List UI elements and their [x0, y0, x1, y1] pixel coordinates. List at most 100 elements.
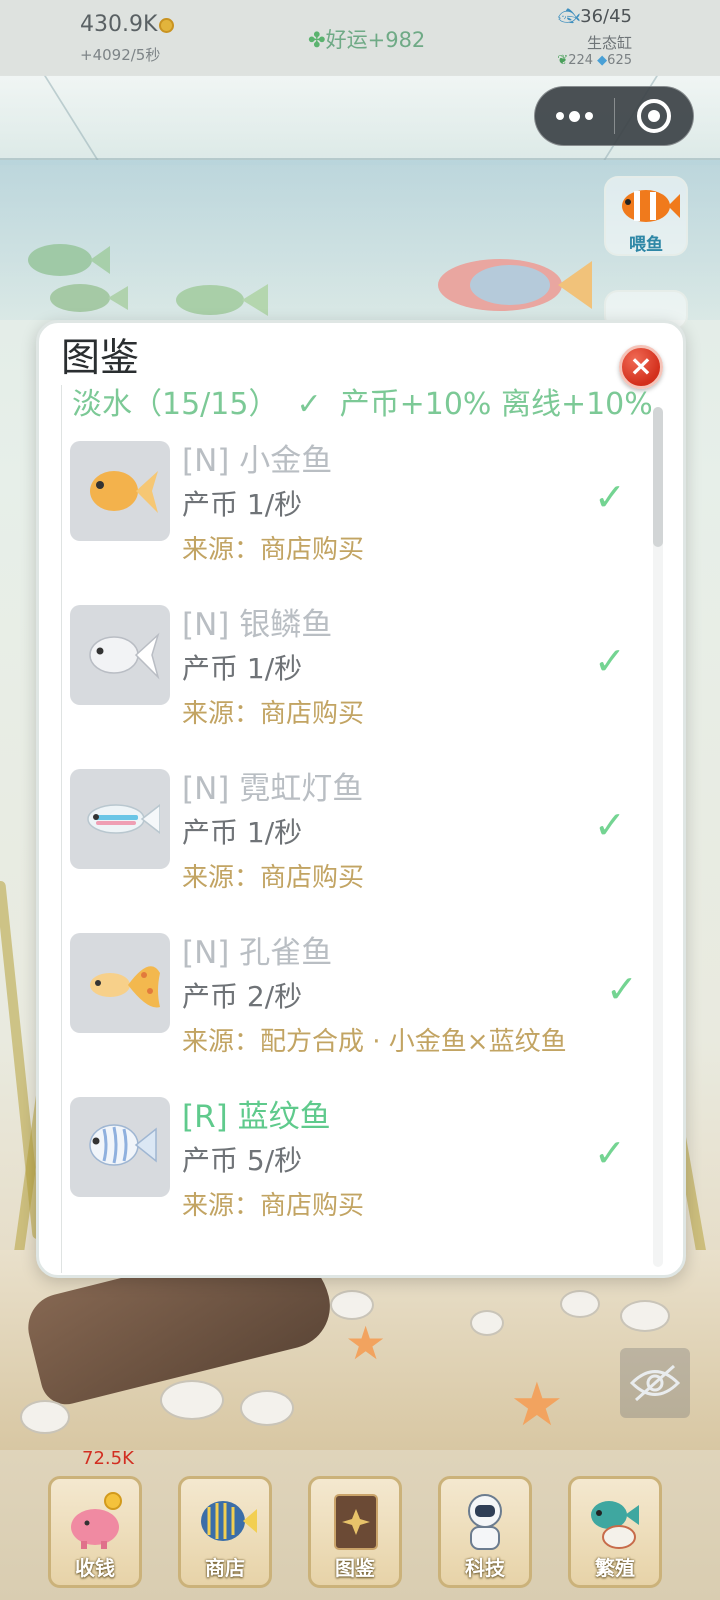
feed-fish-button[interactable]: 喂鱼 — [604, 176, 688, 256]
fish-rate: 产币 1/秒 — [182, 488, 303, 521]
starfish-icon: ★ — [510, 1370, 564, 1440]
nav-collect-button[interactable]: 收钱 — [48, 1476, 142, 1588]
angelfish-icon — [201, 1501, 257, 1541]
guppy-icon — [90, 966, 160, 1008]
breeding-fish-icon — [591, 1501, 639, 1549]
fish-thumbnail — [70, 1097, 170, 1197]
pebble — [470, 1310, 504, 1336]
coin-rate: +4092/5秒 — [80, 46, 161, 64]
scrollbar[interactable] — [653, 407, 663, 1267]
neon-tetra-icon — [87, 804, 160, 834]
hide-ui-button[interactable] — [620, 1348, 690, 1418]
fish-rate: 产币 1/秒 — [182, 816, 303, 849]
more-dot — [555, 112, 564, 120]
pebble — [160, 1380, 224, 1420]
nav-collection-button[interactable]: 图鉴 — [308, 1476, 402, 1588]
nav-shop-button[interactable]: 商店 — [178, 1476, 272, 1588]
mini-program-capsule — [534, 86, 694, 146]
pebble — [620, 1300, 670, 1332]
fish-name: [N] 银鳞鱼 — [182, 607, 333, 643]
nav-label-breed: 繁殖 — [595, 1556, 635, 1580]
close-mini-program-button[interactable] — [615, 86, 694, 146]
section-header-freshwater: 淡水（15/15） ✓ 产币+10% 离线+10% — [72, 385, 651, 423]
fish-count: 🐟︎36/45 — [557, 6, 632, 27]
fish-icon: 🐟︎ — [557, 6, 581, 27]
fish-source: 来源：商店购买 — [182, 535, 365, 565]
close-button[interactable]: × — [619, 345, 663, 389]
astronaut-icon — [468, 1494, 502, 1550]
nav-tech-button[interactable]: 科技 — [438, 1476, 532, 1588]
fish-source: 来源：商店购买 — [182, 863, 365, 893]
target-icon — [636, 99, 671, 133]
fish-rate: 产币 1/秒 — [182, 652, 303, 685]
clownfish-icon — [622, 190, 680, 222]
coin-balance: 430.9K — [80, 12, 175, 37]
goldfish-icon — [90, 471, 158, 513]
collected-check-icon: ✓ — [594, 1131, 626, 1175]
more-dot — [568, 110, 580, 122]
fish-name: [R] 蓝纹鱼 — [182, 1099, 331, 1135]
nav-label-collection: 图鉴 — [335, 1556, 375, 1580]
silverfish-icon — [89, 632, 160, 680]
list-item[interactable]: [N] 银鳞鱼 产币 1/秒 来源：商店购买 ✓ — [70, 599, 650, 749]
target-dot — [647, 110, 660, 122]
gem-icon: ◆ — [597, 53, 608, 68]
coin-amount: 430.9K — [80, 12, 158, 37]
collect-amount: 72.5K — [82, 1448, 134, 1469]
fish-rate: 产币 2/秒 — [182, 980, 303, 1013]
fish-rate: 产币 5/秒 — [182, 1144, 303, 1177]
nav-label-shop: 商店 — [205, 1556, 245, 1580]
collected-check-icon: ✓ — [606, 967, 638, 1011]
pebble — [20, 1400, 70, 1434]
nav-label-collect: 收钱 — [75, 1556, 115, 1580]
fish-thumbnail — [70, 769, 170, 869]
book-icon — [334, 1494, 378, 1550]
section-name: 淡水（15/15） — [72, 387, 279, 422]
close-icon: × — [629, 349, 653, 382]
modal-title: 图鉴 — [61, 336, 140, 381]
list-item[interactable]: [N] 霓虹灯鱼 产币 1/秒 来源：商店购买 ✓ — [70, 763, 650, 913]
nav-breed-button[interactable]: 繁殖 — [568, 1476, 662, 1588]
collection-list[interactable]: 淡水（15/15） ✓ 产币+10% 离线+10% [N] 小金鱼 产币 1/秒 来… — [61, 385, 651, 1273]
list-item[interactable]: [N] 孔雀鱼 产币 2/秒 来源：配方合成 · 小金鱼×蓝纹鱼 ✓ — [70, 927, 650, 1077]
more-dot — [584, 112, 593, 120]
eye-slash-icon — [629, 1364, 681, 1402]
leaf-count: 224 — [568, 53, 594, 68]
fish-thumbnail — [70, 441, 170, 541]
fish-count-value: 36/45 — [580, 6, 632, 27]
pebble — [240, 1390, 294, 1426]
fish-thumbnail — [70, 605, 170, 705]
fish-name: [N] 小金鱼 — [182, 443, 333, 479]
section-check-icon: ✓ — [296, 387, 322, 422]
fish-name: [N] 孔雀鱼 — [182, 935, 333, 971]
fish-source: 来源：配方合成 · 小金鱼×蓝纹鱼 — [182, 1027, 567, 1057]
clover-icon: ✤ — [308, 28, 326, 52]
coin-icon — [159, 17, 175, 33]
scrollbar-thumb[interactable] — [653, 407, 663, 547]
fish-source: 来源：商店购买 — [182, 1191, 365, 1221]
piggy-bank-icon — [71, 1492, 122, 1549]
list-item[interactable]: [N] 小金鱼 产币 1/秒 来源：商店购买 ✓ — [70, 435, 650, 585]
fish-name: [N] 霓虹灯鱼 — [182, 771, 364, 807]
gem-count: 625 — [607, 53, 632, 68]
collected-check-icon: ✓ — [594, 475, 626, 519]
luck-stat: ✤好运+982 — [308, 24, 425, 54]
list-item[interactable]: [R] 蓝纹鱼 产币 5/秒 来源：商店购买 ✓ — [70, 1091, 650, 1241]
eco-tank-label: 生态缸 — [586, 34, 632, 52]
starfish-icon: ★ — [345, 1316, 387, 1370]
school-fish-icon — [28, 244, 128, 312]
luck-value: 好运+982 — [325, 28, 426, 52]
collected-check-icon: ✓ — [594, 803, 626, 847]
leaf-icon: ❦ — [557, 53, 569, 68]
section-bonus: 产币+10% 离线+10% — [339, 387, 651, 422]
fish-source: 来源：商店购买 — [182, 699, 365, 729]
status-bar: 430.9K +4092/5秒 ✤好运+982 🐟︎36/45 生态缸 ❦224… — [0, 0, 720, 76]
fish-thumbnail — [70, 933, 170, 1033]
blue-striped-fish-icon — [89, 1124, 157, 1166]
pebble — [560, 1290, 600, 1318]
collected-check-icon: ✓ — [594, 639, 626, 683]
collection-modal: 图鉴 × 淡水（15/15） ✓ 产币+10% 离线+10% [N] 小金鱼 产币 … — [36, 320, 686, 1278]
resource-stats: ❦224 ◆625 — [557, 53, 632, 68]
more-options-button[interactable] — [535, 86, 614, 146]
feed-fish-label: 喂鱼 — [629, 235, 663, 255]
